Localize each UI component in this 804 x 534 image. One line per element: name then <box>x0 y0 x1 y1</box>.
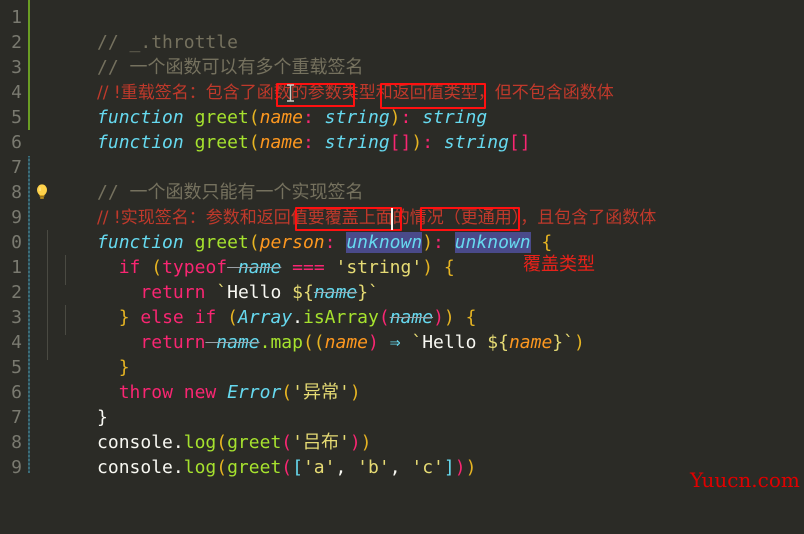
comma: , <box>335 457 358 478</box>
code-editor[interactable]: 1 1 2 3 4 5 6 7 8 9 0 1 2 3 4 5 6 7 8 9 … <box>0 0 804 534</box>
line-number: 1 <box>11 7 22 28</box>
indent-guide <box>65 305 66 335</box>
code-line-4[interactable]: function greet(name: string): string <box>32 80 487 128</box>
line-number: 7 <box>11 407 22 428</box>
bracket-close: ] <box>443 457 455 478</box>
object-console: console <box>97 457 173 478</box>
array-brackets: [] <box>389 132 412 153</box>
code-line-18[interactable]: console.log(greet(['a', 'b', 'c'])) <box>32 430 476 478</box>
code-line-7[interactable]: // 一个函数只能有一个实现签名 <box>32 155 364 203</box>
call-greet: greet <box>227 457 282 478</box>
keyword-return: return <box>140 332 206 353</box>
mouse-ibeam-cursor <box>286 84 295 102</box>
string-literal: '异常' <box>292 382 350 403</box>
line-number: 2 <box>11 32 22 53</box>
line-number: 6 <box>11 382 22 403</box>
colon: : <box>302 132 314 153</box>
annotation-overlay-note: 覆盖类型 <box>523 254 595 275</box>
dot: . <box>259 332 271 353</box>
code-line-15[interactable]: throw new Error('异常') <box>32 355 361 403</box>
line-number: 2 <box>11 282 22 303</box>
line-number: 0 <box>11 232 22 253</box>
string-literal: 'b' <box>357 457 390 478</box>
paren-close: ) <box>454 457 466 478</box>
type-annotation: string <box>313 132 390 153</box>
code-line-2[interactable]: // 一个函数可以有多个重载签名 <box>32 30 364 78</box>
template-tick: ` <box>563 332 574 353</box>
string-literal: 'a' <box>302 457 336 478</box>
code-line-9[interactable]: function greet(person: unknown): unknown… <box>32 205 552 253</box>
param-name: name <box>324 332 369 353</box>
code-line-3[interactable]: // !重载签名：包含了函数的参数类型和返回值类型，但不包含函数体 <box>32 55 614 103</box>
code-line-8[interactable]: // !实现签名：参数和返回值要覆盖上面的情况（更通用），且包含了函数体 <box>32 180 656 228</box>
template-expr-close: } <box>552 332 564 353</box>
indent-guide <box>47 230 48 360</box>
paren-open: ( <box>281 382 293 403</box>
comma: , <box>389 457 412 478</box>
paren-close: ) <box>573 332 585 353</box>
return-type: string <box>433 132 509 153</box>
site-watermark: Yuucn.com <box>690 468 800 492</box>
line-number: 5 <box>11 107 22 128</box>
arrow-operator: ⇒ <box>378 332 412 353</box>
code-line-13[interactable]: return name.map((name) ⇒ `Hello ${name}`… <box>32 305 584 353</box>
bracket-open: [ <box>292 457 303 478</box>
keyword-function: function <box>97 132 184 153</box>
line-number: 3 <box>11 307 22 328</box>
line-number: 7 <box>11 157 22 178</box>
param-name: name <box>259 132 303 153</box>
line-number: 5 <box>11 357 22 378</box>
code-line-16[interactable]: } <box>32 380 108 428</box>
paren-close: ) <box>422 257 434 278</box>
brace-open: { <box>433 257 455 278</box>
paren-open: ( <box>281 457 293 478</box>
identifier-error: name <box>205 332 260 353</box>
param-ref: name <box>508 332 553 353</box>
code-line-10[interactable]: if (typeof name === 'string') { <box>32 230 455 278</box>
keyword-throw: throw <box>118 382 173 403</box>
paren-open: (( <box>302 332 325 353</box>
text-caret <box>391 208 393 230</box>
colon: : <box>422 132 434 153</box>
code-content[interactable]: // _.throttle // 一个函数可以有多个重载签名 // !重载签名：… <box>32 0 804 534</box>
line-number: 3 <box>11 57 22 78</box>
line-number: 8 <box>11 432 22 453</box>
line-number: 1 <box>11 257 22 278</box>
template-expr-open: ${ <box>487 332 509 353</box>
template-tick: ` <box>411 332 423 353</box>
dot: . <box>172 457 184 478</box>
lightbulb-icon[interactable] <box>34 183 50 201</box>
code-line-1[interactable]: // _.throttle <box>32 5 238 53</box>
paren-close: ) <box>411 132 423 153</box>
line-number: 4 <box>11 332 22 353</box>
indent-guide <box>65 255 66 285</box>
line-number: 4 <box>11 82 22 103</box>
template-text: Hello <box>422 332 488 353</box>
code-line-12[interactable]: } else if (Array.isArray(name)) { <box>32 280 477 328</box>
code-line-5[interactable]: function greet(name: string[]): string[] <box>32 105 531 153</box>
paren-close: ) <box>349 382 361 403</box>
function-name: greet <box>183 132 249 153</box>
array-brackets: [] <box>508 132 531 153</box>
keyword-new: new <box>172 382 228 403</box>
string-literal: 'c' <box>411 457 444 478</box>
class-error: Error <box>227 382 282 403</box>
code-line-11[interactable]: return `Hello ${name}` <box>32 255 378 303</box>
method-log: log <box>183 457 217 478</box>
paren-close: ) <box>465 457 477 478</box>
paren-open: ( <box>216 457 228 478</box>
editor-gutter: 1 1 2 3 4 5 6 7 8 9 0 1 2 3 4 5 6 7 8 9 <box>0 0 28 534</box>
line-number: 9 <box>11 207 22 228</box>
line-number: 6 <box>11 132 22 153</box>
line-number: 9 <box>11 457 22 478</box>
code-line-17[interactable]: console.log(greet('吕布')) <box>32 405 371 453</box>
return-type-selected[interactable]: unknown <box>454 232 531 253</box>
paren-close: ) <box>368 332 379 353</box>
paren-open: ( <box>248 132 260 153</box>
line-number: 8 <box>11 182 22 203</box>
method-map: map <box>270 332 303 353</box>
